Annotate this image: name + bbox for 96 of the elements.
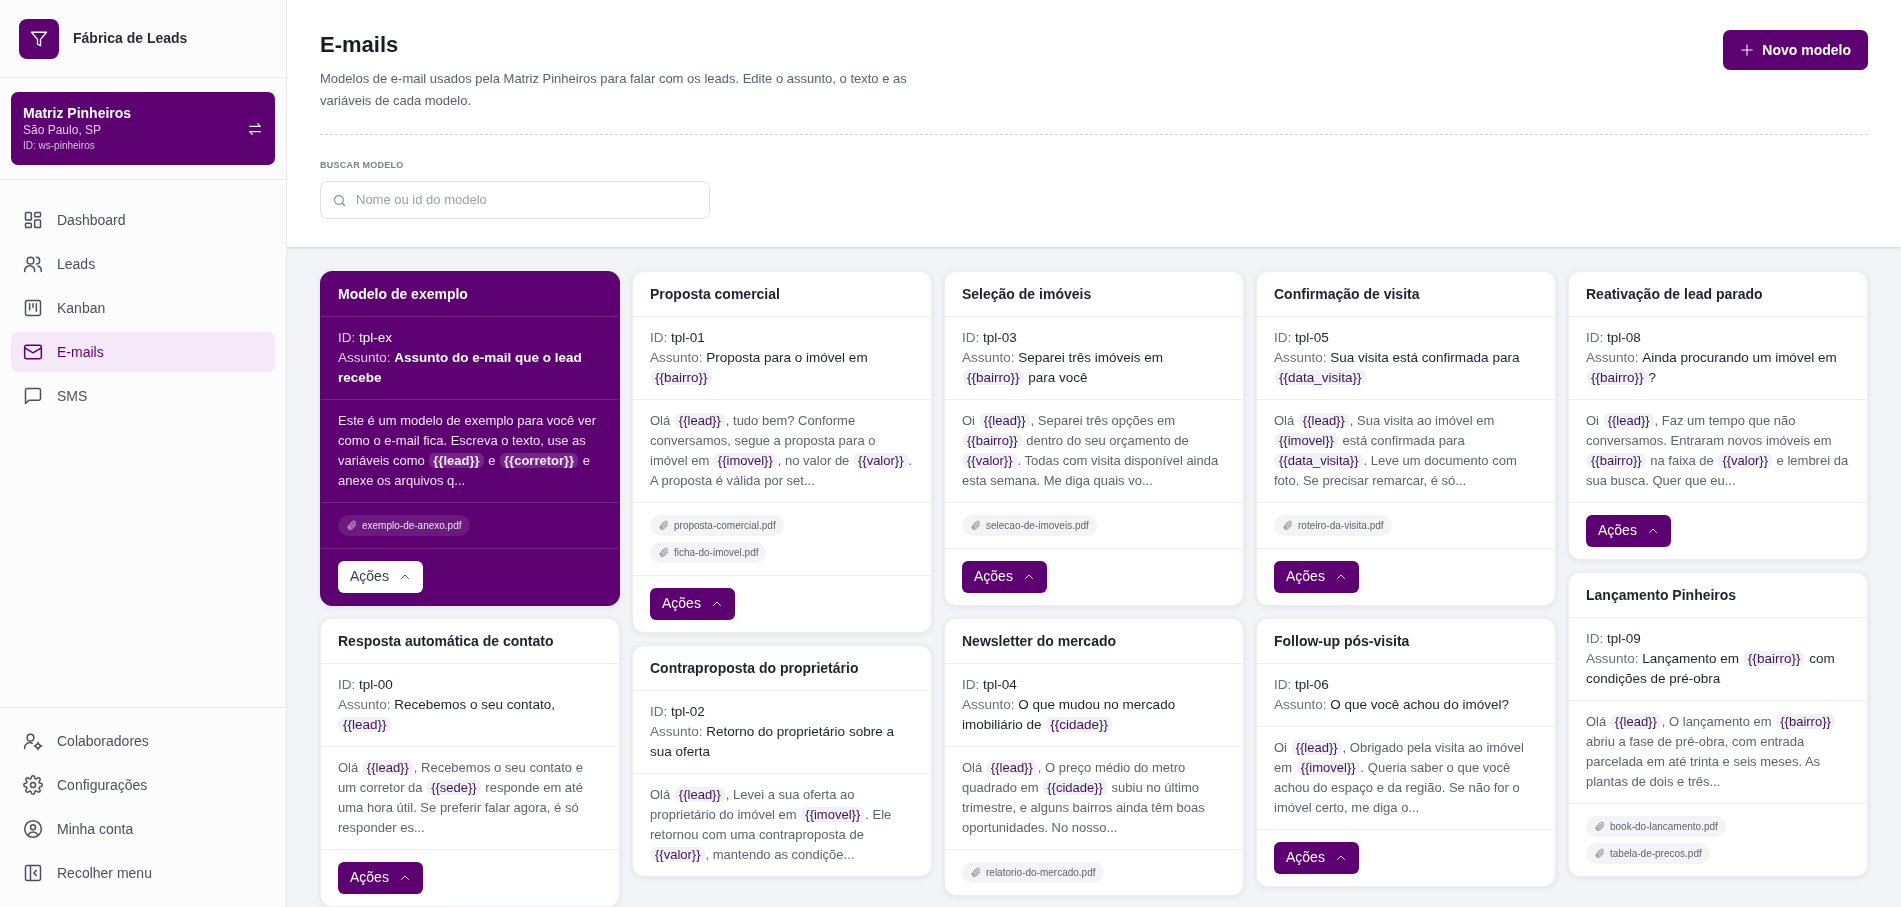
workspace-card[interactable]: Matriz Pinheiros São Paulo, SP ID: ws-pinheiros xyxy=(11,92,275,165)
page-title: E-mails xyxy=(320,31,400,59)
template-id: ID: tpl-06 xyxy=(1274,675,1330,694)
users-icon xyxy=(23,254,43,274)
template-id: ID: tpl-01 xyxy=(650,328,706,347)
paperclip-icon xyxy=(658,519,669,531)
new-template-button[interactable]: Novo modelo xyxy=(1723,30,1868,70)
subject-line: Assunto: Sua visita está confirmada para {{data_visita}} xyxy=(1274,348,1521,387)
settings-icon xyxy=(23,775,43,795)
card-title: Confirmação de visita xyxy=(1274,284,1421,304)
actions-button[interactable]: Ações xyxy=(1586,514,1671,547)
template-id: ID: tpl-ex xyxy=(338,328,394,347)
user-gear-icon xyxy=(23,731,43,751)
nav-item[interactable]: Minha conta xyxy=(11,809,275,849)
nav-item[interactable]: E-mails xyxy=(11,332,275,372)
paperclip-icon xyxy=(346,519,357,531)
card-title: Lançamento Pinheiros xyxy=(1586,585,1738,605)
search-label: BUSCAR MODELO xyxy=(320,159,405,172)
card-title: Resposta automática de contato xyxy=(338,631,555,651)
nav-item[interactable]: Leads xyxy=(11,244,275,284)
card-title: Seleção de imóveis xyxy=(962,284,1093,304)
email-preview: Este é um modelo de exemplo para você ver como o e-mail fica. Escreva o texto, use as variáveis como {{lead}} e {{corretor}} e anexe os arquivos q... xyxy=(337,411,597,490)
subject-line: Assunto: Assunto do e-mail que o lead recebe xyxy=(338,348,583,387)
plus-icon xyxy=(1740,43,1755,57)
nav-item[interactable]: Recolher menu xyxy=(11,853,275,893)
email-preview: Oi {{lead}} , Separei três opções em {{bairro}} dentro do seu orçamento de {{valor}} . Todas com visita disponível ainda esta semana. Me diga quais vo... xyxy=(961,411,1220,490)
subject-line: Assunto: O que você achou do imóvel? xyxy=(1274,695,1510,714)
paperclip-icon xyxy=(1282,519,1293,531)
nav-item[interactable]: Kanban xyxy=(11,288,275,328)
actions-button[interactable]: Ações xyxy=(962,560,1047,593)
email-preview: Olá {{lead}} , tudo bem? Conforme conversamos, segue a proposta para o imóvel em {{imovel}} , no valor de {{valor}} . A proposta é válida por set... xyxy=(649,411,914,490)
swap-arrows-icon xyxy=(247,120,263,137)
page-description: Modelos de e-mail usados pela Matriz Pinheiros para falar com os leads. Edite o assunto, o texto e as variáveis de cada modelo. xyxy=(320,70,908,110)
paperclip-icon xyxy=(970,519,981,531)
subject-line: Assunto: Proposta para o imóvel em {{bairro}} xyxy=(650,348,869,387)
user-circle-icon xyxy=(23,819,43,839)
actions-button[interactable]: Ações xyxy=(338,560,423,593)
subject-line: Assunto: Retorno do proprietário sobre a sua oferta xyxy=(650,722,895,761)
card-title: Reativação de lead parado xyxy=(1586,284,1764,304)
template-id: ID: tpl-08 xyxy=(1586,328,1642,347)
email-preview: Olá {{lead}} , Recebemos o seu contato e um corretor da {{sede}} responde em até uma hora útil. Se preferir falar agora, é só responder es... xyxy=(337,758,584,837)
nav-item[interactable]: Dashboard xyxy=(11,200,275,240)
paperclip-icon xyxy=(970,866,981,878)
workspace-id: ID: ws-pinheiros xyxy=(23,139,96,153)
attachment-chip[interactable]: selecao-de-imoveis.pdf xyxy=(962,514,1097,536)
logo-icon xyxy=(19,18,59,59)
actions-button[interactable]: Ações xyxy=(1274,560,1359,593)
card-title: Proposta comercial xyxy=(650,284,781,304)
attachment-chip[interactable]: book-do-lancamento.pdf xyxy=(1586,815,1726,837)
kanban-icon xyxy=(23,298,43,318)
subject-line: Assunto: Recebemos o seu contato, {{lead}} xyxy=(338,695,556,734)
nav-item[interactable]: SMS xyxy=(11,376,275,416)
email-preview: Oi {{lead}} , Obrigado pela visita ao imóvel em {{imovel}} . Queria saber o que você achou do espaço e da região. Se não for o imóvel certo, me diga o... xyxy=(1273,738,1525,817)
attachment-chip[interactable]: ficha-do-imovel.pdf xyxy=(650,541,767,563)
template-id: ID: tpl-03 xyxy=(962,328,1018,347)
mail-icon xyxy=(23,342,43,362)
subject-line: Assunto: Ainda procurando um imóvel em {{bairro}} ? xyxy=(1586,348,1838,387)
paperclip-icon xyxy=(658,546,669,558)
attachment-chip[interactable]: proposta-comercial.pdf xyxy=(650,514,784,536)
subject-line: Assunto: Lançamento em {{bairro}} com condições de pré-obra xyxy=(1586,649,1836,688)
attachment-chip[interactable]: roteiro-da-visita.pdf xyxy=(1274,514,1392,536)
template-id: ID: tpl-09 xyxy=(1586,629,1642,648)
sidebar-collapse-icon xyxy=(23,863,43,883)
template-id: ID: tpl-00 xyxy=(338,675,394,694)
app-name: Fábrica de Leads xyxy=(73,29,188,48)
card-title: Modelo de exemplo xyxy=(338,284,469,304)
subject-line: Assunto: O que mudou no mercado imobiliário de {{cidade}} xyxy=(962,695,1177,734)
attachment-chip[interactable]: relatorio-do-mercado.pdf xyxy=(962,861,1104,883)
email-preview: Olá {{lead}} , O preço médio do metro quadrado em {{cidade}} subiu no último trimestre, e alguns bairros ainda têm boas oportunidades. No nosso... xyxy=(961,758,1206,837)
subject-line: Assunto: Separei três imóveis em {{bairro}} para você xyxy=(962,348,1165,387)
chat-bubble-icon xyxy=(23,386,43,406)
card-title: Newsletter do mercado xyxy=(962,631,1118,651)
search-icon xyxy=(332,192,347,208)
email-preview: Olá {{lead}} , Levei a sua oferta ao proprietário do imóvel em {{imovel}} . Ele retornou com uma contraproposta de {{valor}} , mantendo as condiçõe... xyxy=(649,785,893,864)
actions-button[interactable]: Ações xyxy=(338,861,423,894)
nav-item[interactable]: Configurações xyxy=(11,765,275,805)
email-preview: Olá {{lead}} , Sua visita ao imóvel em {{imovel}} está confirmada para {{data_visita}} . Leve um documento com foto. Se precisar remarcar, é só... xyxy=(1273,411,1518,490)
workspace-name: Matriz Pinheiros xyxy=(23,104,133,122)
attachment-chip[interactable]: exemplo-de-anexo.pdf xyxy=(338,514,470,536)
template-card[interactable] xyxy=(320,270,620,606)
search-field[interactable]: Nome ou id do modelo xyxy=(320,180,710,219)
paperclip-icon xyxy=(1594,847,1605,859)
attachment-chip[interactable]: tabela-de-precos.pdf xyxy=(1586,842,1710,864)
email-preview: Olá {{lead}} , O lançamento em {{bairro}} abriu a fase de pré-obra, com entrada parcelada em até trinta e seis meses. As plantas de dois e três... xyxy=(1569,700,1867,803)
template-id: ID: tpl-04 xyxy=(962,675,1018,694)
template-id: ID: tpl-02 xyxy=(650,702,706,721)
card-title: Contraproposta do proprietário xyxy=(650,658,860,678)
nav-item[interactable]: Colaboradores xyxy=(11,721,275,761)
workspace-location: São Paulo, SP xyxy=(23,122,103,138)
paperclip-icon xyxy=(1594,820,1605,832)
actions-button[interactable]: Ações xyxy=(650,587,735,620)
dashboard-icon xyxy=(23,210,43,230)
email-preview: Oi {{lead}} , Faz um tempo que não conversamos. Entraram novos imóveis em {{bairro}} na faixa de {{valor}} e lembrei da sua busca. Quer que eu... xyxy=(1585,411,1850,490)
template-id: ID: tpl-05 xyxy=(1274,328,1330,347)
card-title: Follow-up pós-visita xyxy=(1274,631,1411,651)
actions-button[interactable]: Ações xyxy=(1274,841,1359,874)
